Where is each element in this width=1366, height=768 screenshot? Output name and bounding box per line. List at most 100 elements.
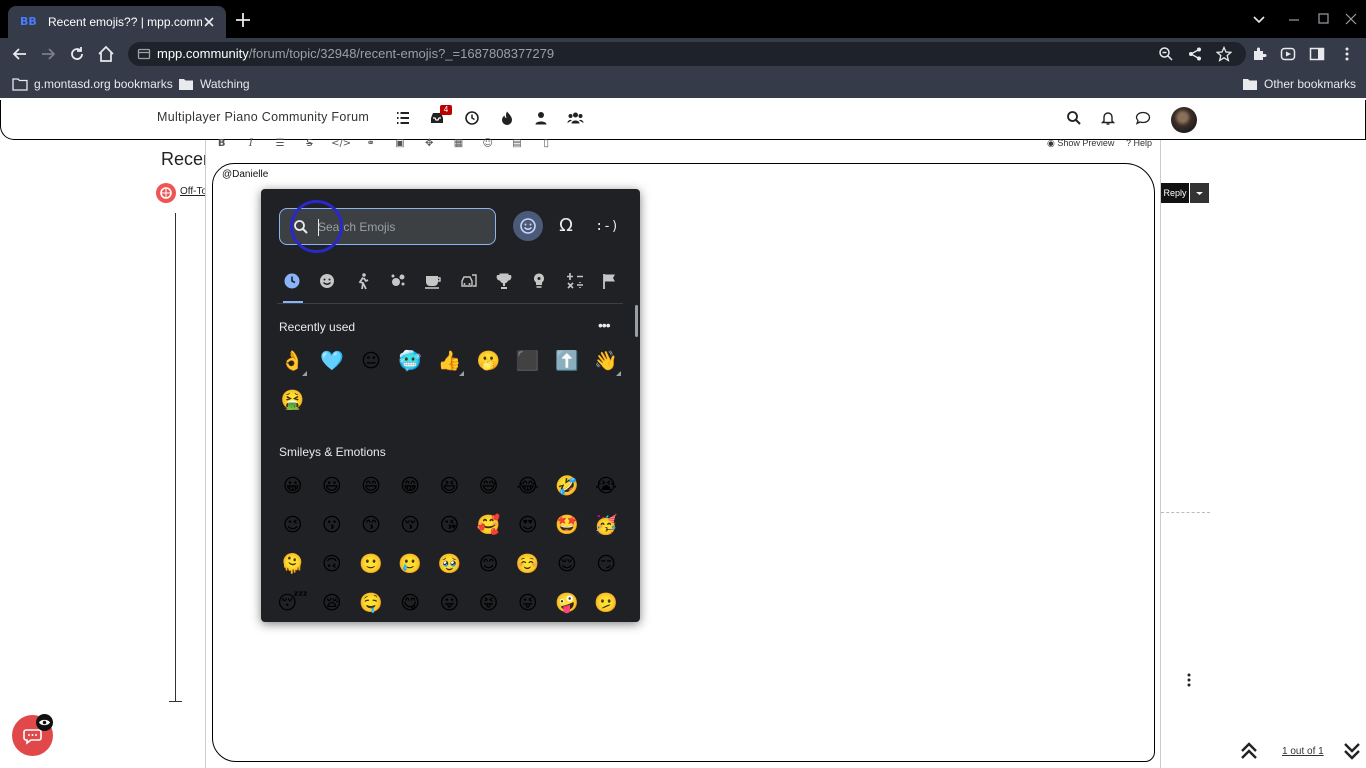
bookmark-star-icon[interactable]	[1216, 46, 1232, 62]
reply-button[interactable]: Reply	[1161, 183, 1189, 203]
window-close-icon[interactable]	[1343, 11, 1359, 27]
emoji-button[interactable]: 😪	[312, 584, 351, 622]
bookmark-folder-watching[interactable]: Watching	[178, 75, 250, 93]
emoji-button[interactable]: ☺️	[508, 545, 547, 584]
emoji-button[interactable]: 😅	[469, 467, 508, 506]
emoji-button[interactable]: 😴	[273, 584, 312, 622]
recent-clock-icon[interactable]	[464, 110, 480, 126]
emoji-button[interactable]: 🥹	[430, 545, 469, 584]
bold-icon[interactable]: B	[214, 137, 229, 151]
side-panel-icon[interactable]	[1309, 46, 1325, 62]
emoji-button[interactable]: 🥰	[469, 506, 508, 545]
emoji-button[interactable]: 🤮	[273, 381, 312, 420]
emoji-button[interactable]: 🙃	[312, 545, 351, 584]
upload-file-icon[interactable]: ▯	[539, 137, 554, 151]
tab-close-icon[interactable]	[202, 15, 216, 29]
emoji-button[interactable]: 🫠	[273, 545, 312, 584]
emoji-button[interactable]: ⬆️	[547, 342, 586, 381]
recent-clock-icon[interactable]	[279, 265, 305, 297]
reload-icon[interactable]	[67, 44, 87, 64]
maximize-icon[interactable]	[1315, 11, 1331, 27]
strikethrough-icon[interactable]: S	[302, 137, 317, 151]
emoji-button[interactable]: 🥲	[391, 545, 430, 584]
list-icon[interactable]: ☰	[273, 137, 288, 151]
address-bar[interactable]: mpp.community/forum/topic/32948/recent-e…	[128, 42, 1246, 66]
italic-icon[interactable]: I	[243, 137, 258, 151]
other-bookmarks[interactable]: Other bookmarks	[1242, 75, 1356, 93]
pagination-text[interactable]: 1 out of 1	[1282, 746, 1324, 757]
show-preview-link[interactable]: ◉ Show Preview	[1047, 138, 1114, 149]
emoji-button[interactable]: 😙	[351, 506, 390, 545]
forum-title[interactable]: Multiplayer Piano Community Forum	[157, 110, 369, 124]
emoji-button[interactable]: 😃	[312, 467, 351, 506]
emoji-button[interactable]: 🫢	[469, 342, 508, 381]
groups-icon[interactable]	[567, 110, 584, 126]
forward-icon[interactable]	[38, 44, 58, 64]
emoji-button[interactable]: 🤪	[547, 584, 586, 622]
share-icon[interactable]	[1187, 46, 1203, 62]
zen-mode-icon[interactable]: ✥	[422, 137, 437, 151]
more-options-icon[interactable]: •••	[598, 317, 611, 333]
emoji-button[interactable]: 🤣	[547, 467, 586, 506]
emoji-button[interactable]: 😉	[273, 506, 312, 545]
scroll-bottom-icon[interactable]	[1341, 740, 1363, 762]
emoji-button[interactable]: 😄	[351, 467, 390, 506]
emoji-button[interactable]: ⬛	[508, 342, 547, 381]
emoji-button[interactable]: 😆	[430, 467, 469, 506]
bookmark-folder-montasd[interactable]: g.montasd.org bookmarks	[12, 75, 173, 93]
emoji-button[interactable]: 👍	[430, 342, 469, 381]
emoji-button[interactable]: 🤩	[547, 506, 586, 545]
food-icon[interactable]	[420, 265, 446, 297]
chat-icon[interactable]	[1135, 110, 1151, 126]
image-icon[interactable]: ▣	[392, 137, 407, 151]
emoji-button[interactable]: 😐	[351, 342, 390, 381]
emoji-button[interactable]: 🤤	[351, 584, 390, 622]
emoji-button[interactable]: 😌	[547, 545, 586, 584]
site-info-icon[interactable]	[137, 47, 151, 61]
poll-icon[interactable]: ▦	[451, 137, 466, 151]
home-icon[interactable]	[96, 44, 116, 64]
emoji-button[interactable]: 😏	[587, 545, 626, 584]
upload-picture-icon[interactable]: ▤	[509, 137, 524, 151]
reply-dropdown-icon[interactable]	[1190, 183, 1209, 203]
emoji-mode-button[interactable]	[513, 211, 543, 241]
people-icon[interactable]	[350, 265, 376, 297]
emoji-button[interactable]: 😊	[469, 545, 508, 584]
scroll-top-icon[interactable]	[1238, 740, 1260, 762]
picker-scrollbar[interactable]	[635, 305, 638, 337]
emoji-button[interactable]: 🫤	[587, 584, 626, 622]
popular-fire-icon[interactable]	[499, 110, 515, 126]
emoji-button[interactable]: 🙂	[351, 545, 390, 584]
objects-lightbulb-icon[interactable]	[526, 265, 552, 297]
smileys-icon[interactable]	[314, 265, 340, 297]
emoji-button[interactable]: 🥶	[391, 342, 430, 381]
active-tab[interactable]: BB Recent emojis?? | mpp.commun	[8, 6, 226, 38]
emoji-icon[interactable]: ☺	[480, 137, 495, 151]
activities-trophy-icon[interactable]	[491, 265, 517, 297]
emoji-button[interactable]: 😍	[508, 506, 547, 545]
browser-menu-icon[interactable]	[1339, 46, 1355, 62]
zoom-icon[interactable]	[1158, 46, 1174, 62]
emoticons-mode-button[interactable]: :-)	[595, 218, 619, 236]
emoji-button[interactable]: 👌	[273, 342, 312, 381]
emoji-button[interactable]: 👋	[587, 342, 626, 381]
nature-icon[interactable]	[385, 265, 411, 297]
flags-icon[interactable]	[597, 265, 623, 297]
emoji-button[interactable]: 😘	[430, 506, 469, 545]
search-icon[interactable]	[1066, 110, 1082, 126]
media-icon[interactable]	[1280, 46, 1296, 62]
emoji-button[interactable]: 😝	[469, 584, 508, 622]
emoji-button[interactable]: 😭	[587, 467, 626, 506]
help-link[interactable]: ? Help	[1126, 138, 1152, 148]
emoji-button[interactable]: 😗	[312, 506, 351, 545]
notifications-bell-icon[interactable]	[1100, 110, 1116, 126]
category-badge-icon[interactable]	[156, 183, 176, 203]
back-icon[interactable]	[10, 44, 30, 64]
emoji-button[interactable]: 😚	[391, 506, 430, 545]
emoji-button[interactable]: 😜	[508, 584, 547, 622]
category-link[interactable]: Off-Top	[180, 186, 206, 197]
tab-search-chevron-icon[interactable]	[1251, 11, 1267, 27]
emoji-button[interactable]: 🩵	[312, 342, 351, 381]
symbols-icon[interactable]	[562, 265, 588, 297]
new-tab-icon[interactable]	[234, 11, 252, 29]
